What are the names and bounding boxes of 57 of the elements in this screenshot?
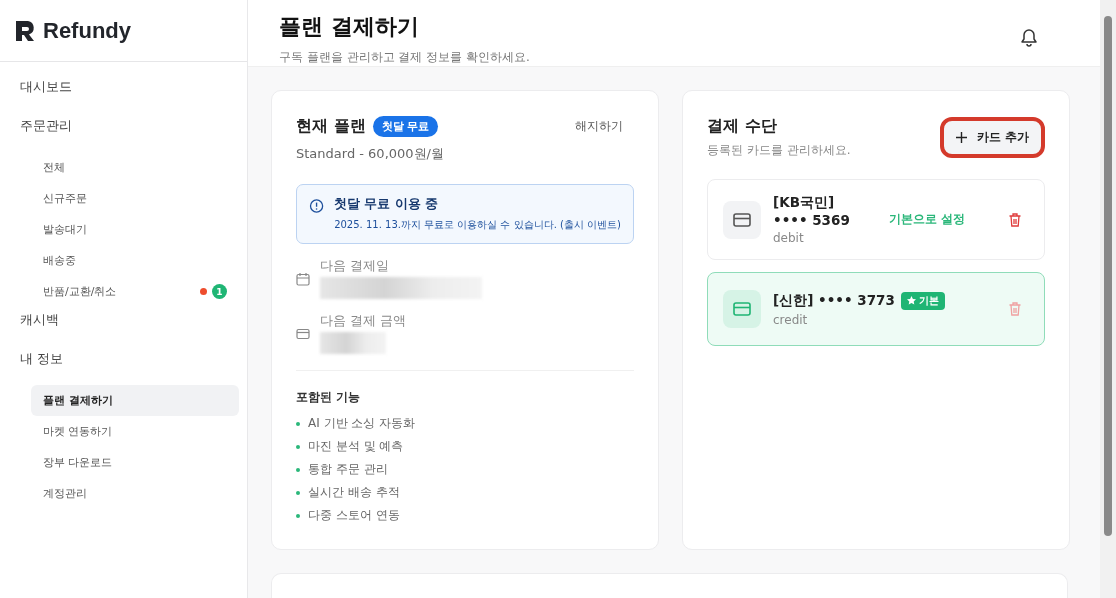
banner-title: 첫달 무료 이용 중 [334, 196, 440, 213]
banner-text: 2025. 11. 13.까지 무료로 이용하실 수 있습니다. (출시 이벤트) [334, 218, 621, 232]
payment-method-card[interactable]: [신한] •••• 3773 기본 credit [707, 272, 1045, 346]
credit-card-icon [733, 212, 751, 227]
trash-icon [1009, 302, 1021, 316]
calendar-icon [296, 271, 310, 286]
star-icon [906, 296, 916, 305]
nav-item[interactable]: 내 정보 [0, 346, 239, 385]
count-badge: 1 [212, 284, 227, 299]
nav-subitem[interactable]: 장부 다운로드 [31, 447, 239, 478]
plus-icon [955, 132, 967, 143]
card-title: 결제 수단 [707, 116, 778, 137]
card-name: [신한] •••• 3773 [773, 291, 895, 310]
logo-text: Refundy [43, 17, 131, 44]
feature-text: 통합 주문 관리 [308, 461, 388, 478]
nav-item[interactable]: 캐시백 [0, 307, 239, 346]
card-subtitle: 등록된 카드를 관리하세요. [707, 142, 851, 159]
status-badge: 첫달 무료 [372, 116, 439, 137]
card-type: credit [773, 312, 809, 327]
feature-text: AI 기반 소싱 자동화 [308, 415, 416, 432]
card-type: debit [773, 231, 805, 245]
logo-icon [15, 19, 37, 42]
nav-item[interactable]: 주문관리 [0, 113, 239, 152]
nav-subitem[interactable]: 배송중 [31, 245, 239, 276]
nav-subitem[interactable]: 신규주문 [31, 183, 239, 214]
bullet-dot [296, 467, 300, 472]
bullet-dot [296, 421, 300, 426]
nav-subitem[interactable]: 발송대기 [31, 214, 239, 245]
trash-icon [1009, 212, 1021, 227]
add-card-button[interactable]: 카드 추가 [939, 117, 1045, 158]
bullet-dot [296, 513, 300, 518]
nav-subitem[interactable]: 반품/교환/취소 1 [31, 276, 239, 307]
bullet-dot [296, 490, 300, 495]
nav-subitem[interactable]: 전체 [31, 152, 239, 183]
nav-subitem[interactable]: 계정관리 [31, 478, 239, 509]
nav-item[interactable]: 대시보드 [0, 74, 239, 113]
notification-bell-icon[interactable] [1020, 28, 1038, 48]
nav-subitem[interactable]: 플랜 결제하기 [31, 385, 239, 416]
credit-card-icon [733, 302, 751, 316]
detail-label: 다음 결제 금액 [320, 313, 406, 330]
detail-label: 다음 결제일 [320, 258, 390, 275]
cancel-link[interactable]: 해지하기 [575, 118, 634, 135]
feature-text: 마진 분석 및 예측 [308, 438, 404, 455]
bullet-dot [296, 444, 300, 449]
payment-method-card[interactable]: [KB국민] •••• 5369 debit 기본으로 설정 [707, 179, 1045, 260]
section-title: 포함된 기능 [296, 389, 362, 406]
info-icon [309, 196, 325, 216]
page-title: 플랜 결제하기 [279, 13, 420, 41]
credit-card-icon [296, 327, 310, 340]
card-name: [KB국민] •••• 5369 [773, 194, 851, 228]
feature-text: 실시간 배송 추적 [308, 484, 400, 501]
plan-price: Standard - 60,000원/월 [296, 145, 445, 163]
feature-text: 다중 스토어 연동 [308, 507, 400, 524]
default-badge: 기본 [900, 291, 945, 310]
nav-subitem[interactable]: 마켓 연동하기 [31, 416, 239, 447]
page-subtitle: 구독 플랜을 관리하고 결제 정보를 확인하세요. [279, 49, 530, 66]
card-title: 현재 플랜 [296, 116, 366, 137]
